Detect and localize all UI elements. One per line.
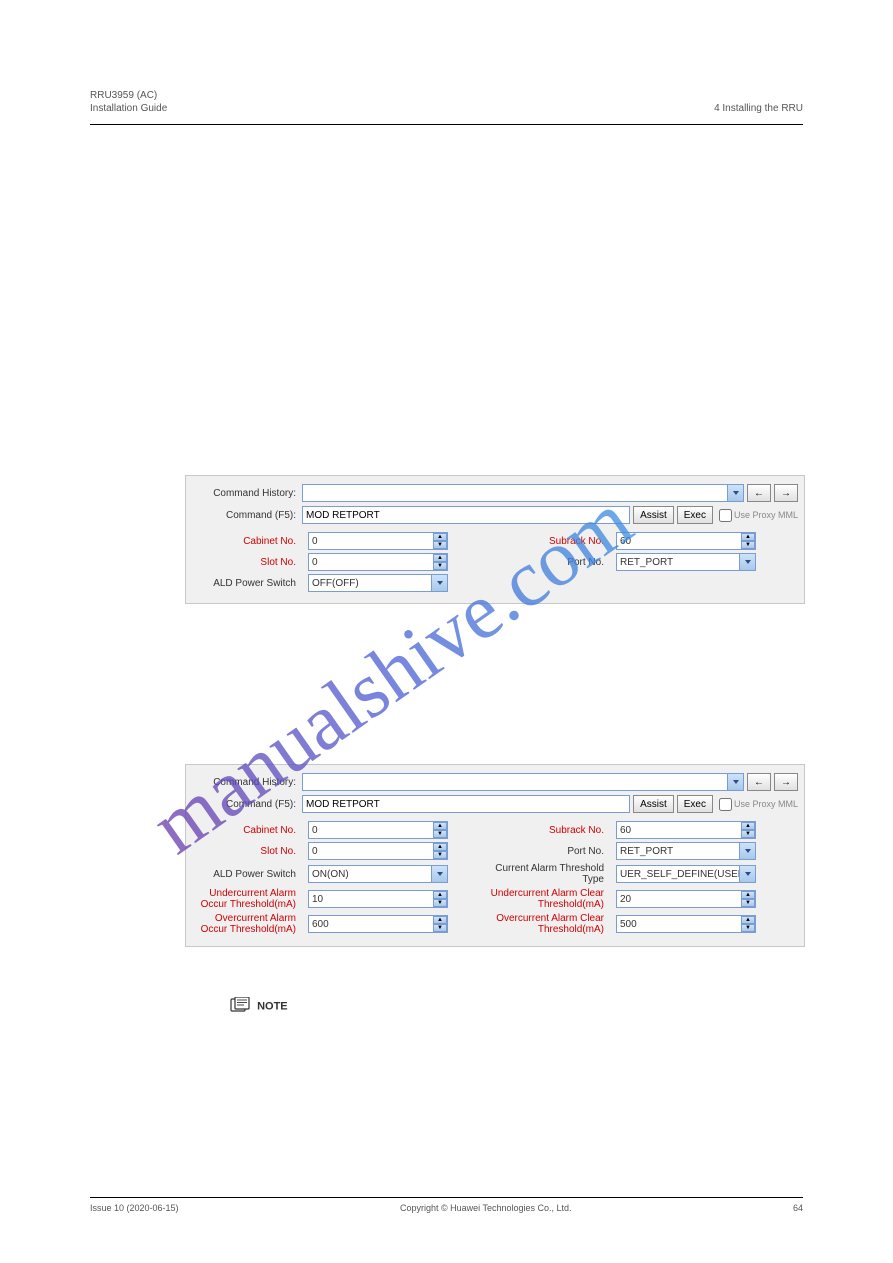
chevron-down-icon	[739, 866, 755, 882]
spin-up-icon[interactable]: ▲	[433, 554, 447, 562]
ald-power-label: ALD Power Switch	[192, 578, 302, 589]
exec-button[interactable]: Exec	[677, 795, 713, 813]
note-label: NOTE	[257, 1000, 288, 1012]
header-section: 4 Installing the RRU	[714, 103, 803, 114]
current-alarm-threshold-type-label: Current Alarm Threshold Type	[490, 863, 610, 885]
note-block: NOTE	[230, 997, 803, 1016]
slot-no-label: Slot No.	[192, 557, 302, 568]
spin-up-icon[interactable]: ▲	[433, 916, 447, 924]
use-proxy-checkbox[interactable]: Use Proxy MML	[719, 798, 798, 811]
port-no-label: Port No.	[490, 557, 610, 568]
subrack-no-input[interactable]: 60▲▼	[616, 821, 756, 839]
chevron-down-icon	[727, 485, 743, 501]
spin-up-icon[interactable]: ▲	[741, 822, 755, 830]
chevron-down-icon	[739, 843, 755, 859]
exec-button[interactable]: Exec	[677, 506, 713, 524]
page-footer: Issue 10 (2020-06-15) Copyright © Huawei…	[90, 1197, 803, 1213]
overcurrent-clear-input[interactable]: 500▲▼	[616, 915, 756, 933]
slot-no-input[interactable]: 0▲▼	[308, 553, 448, 571]
overcurrent-occur-label: Overcurrent Alarm Occur Threshold(mA)	[192, 913, 302, 935]
undercurrent-clear-label: Undercurrent Alarm Clear Threshold(mA)	[490, 888, 610, 910]
use-proxy-label: Use Proxy MML	[734, 510, 798, 520]
spin-down-icon[interactable]: ▼	[433, 541, 447, 549]
spin-down-icon[interactable]: ▼	[433, 562, 447, 570]
cabinet-no-input[interactable]: 0▲▼	[308, 821, 448, 839]
current-alarm-threshold-type-select[interactable]: UER_SELF_DEFINE(USER_	[616, 865, 756, 883]
command-history-label: Command History:	[192, 777, 302, 788]
history-prev-button[interactable]: ←	[747, 773, 771, 791]
note-icon	[230, 997, 250, 1016]
use-proxy-label: Use Proxy MML	[734, 799, 798, 809]
command-panel-1: Command History: ← → Command (F5): Assis…	[185, 475, 805, 604]
subrack-no-label: Subrack No.	[490, 825, 610, 836]
command-f5-label: Command (F5):	[192, 799, 302, 810]
undercurrent-occur-input[interactable]: 10▲▼	[308, 890, 448, 908]
command-history-dropdown[interactable]	[302, 484, 744, 502]
footer-copyright: Copyright © Huawei Technologies Co., Ltd…	[400, 1203, 572, 1213]
command-panel-2: Command History: ← → Command (F5): Assis…	[185, 764, 805, 947]
spin-up-icon[interactable]: ▲	[433, 843, 447, 851]
use-proxy-input[interactable]	[719, 509, 732, 522]
spin-up-icon[interactable]: ▲	[433, 533, 447, 541]
history-prev-button[interactable]: ←	[747, 484, 771, 502]
spin-down-icon[interactable]: ▼	[741, 924, 755, 932]
overcurrent-occur-input[interactable]: 600▲▼	[308, 915, 448, 933]
cabinet-no-input[interactable]: 0▲▼	[308, 532, 448, 550]
page-header: RRU3959 (AC)	[90, 90, 803, 101]
command-f5-label: Command (F5):	[192, 510, 302, 521]
spin-down-icon[interactable]: ▼	[741, 541, 755, 549]
chevron-down-icon	[431, 866, 447, 882]
assist-button[interactable]: Assist	[633, 506, 674, 524]
chevron-down-icon	[739, 554, 755, 570]
command-history-dropdown[interactable]	[302, 773, 744, 791]
assist-button[interactable]: Assist	[633, 795, 674, 813]
subrack-no-label: Subrack No.	[490, 536, 610, 547]
spin-down-icon[interactable]: ▼	[433, 830, 447, 838]
slot-no-input[interactable]: 0▲▼	[308, 842, 448, 860]
use-proxy-checkbox[interactable]: Use Proxy MML	[719, 509, 798, 522]
footer-issue: Issue 10 (2020-06-15)	[90, 1203, 179, 1213]
cabinet-no-label: Cabinet No.	[192, 825, 302, 836]
history-next-button[interactable]: →	[774, 484, 798, 502]
overcurrent-clear-label: Overcurrent Alarm Clear Threshold(mA)	[490, 913, 610, 935]
footer-page-number: 64	[793, 1203, 803, 1213]
spin-up-icon[interactable]: ▲	[741, 533, 755, 541]
chevron-down-icon	[727, 774, 743, 790]
history-next-button[interactable]: →	[774, 773, 798, 791]
subrack-no-input[interactable]: 60▲▼	[616, 532, 756, 550]
chevron-down-icon	[431, 575, 447, 591]
cabinet-no-label: Cabinet No.	[192, 536, 302, 547]
header-product: RRU3959 (AC)	[90, 90, 157, 101]
spin-up-icon[interactable]: ▲	[741, 916, 755, 924]
port-no-label: Port No.	[490, 846, 610, 857]
command-input[interactable]	[302, 795, 630, 813]
spin-down-icon[interactable]: ▼	[741, 830, 755, 838]
ald-power-select[interactable]: ON(ON)	[308, 865, 448, 883]
spin-down-icon[interactable]: ▼	[433, 899, 447, 907]
header-divider	[90, 124, 803, 125]
spin-down-icon[interactable]: ▼	[741, 899, 755, 907]
ald-power-select[interactable]: OFF(OFF)	[308, 574, 448, 592]
slot-no-label: Slot No.	[192, 846, 302, 857]
undercurrent-clear-input[interactable]: 20▲▼	[616, 890, 756, 908]
spin-down-icon[interactable]: ▼	[433, 851, 447, 859]
undercurrent-occur-label: Undercurrent Alarm Occur Threshold(mA)	[192, 888, 302, 910]
port-no-select[interactable]: RET_PORT	[616, 842, 756, 860]
page-header-2: Installation Guide 4 Installing the RRU	[90, 103, 803, 114]
command-input[interactable]	[302, 506, 630, 524]
header-doc-title: Installation Guide	[90, 103, 167, 114]
ald-power-label: ALD Power Switch	[192, 869, 302, 880]
spin-up-icon[interactable]: ▲	[433, 822, 447, 830]
spin-down-icon[interactable]: ▼	[433, 924, 447, 932]
spin-up-icon[interactable]: ▲	[433, 891, 447, 899]
use-proxy-input[interactable]	[719, 798, 732, 811]
port-no-select[interactable]: RET_PORT	[616, 553, 756, 571]
command-history-label: Command History:	[192, 488, 302, 499]
spin-up-icon[interactable]: ▲	[741, 891, 755, 899]
